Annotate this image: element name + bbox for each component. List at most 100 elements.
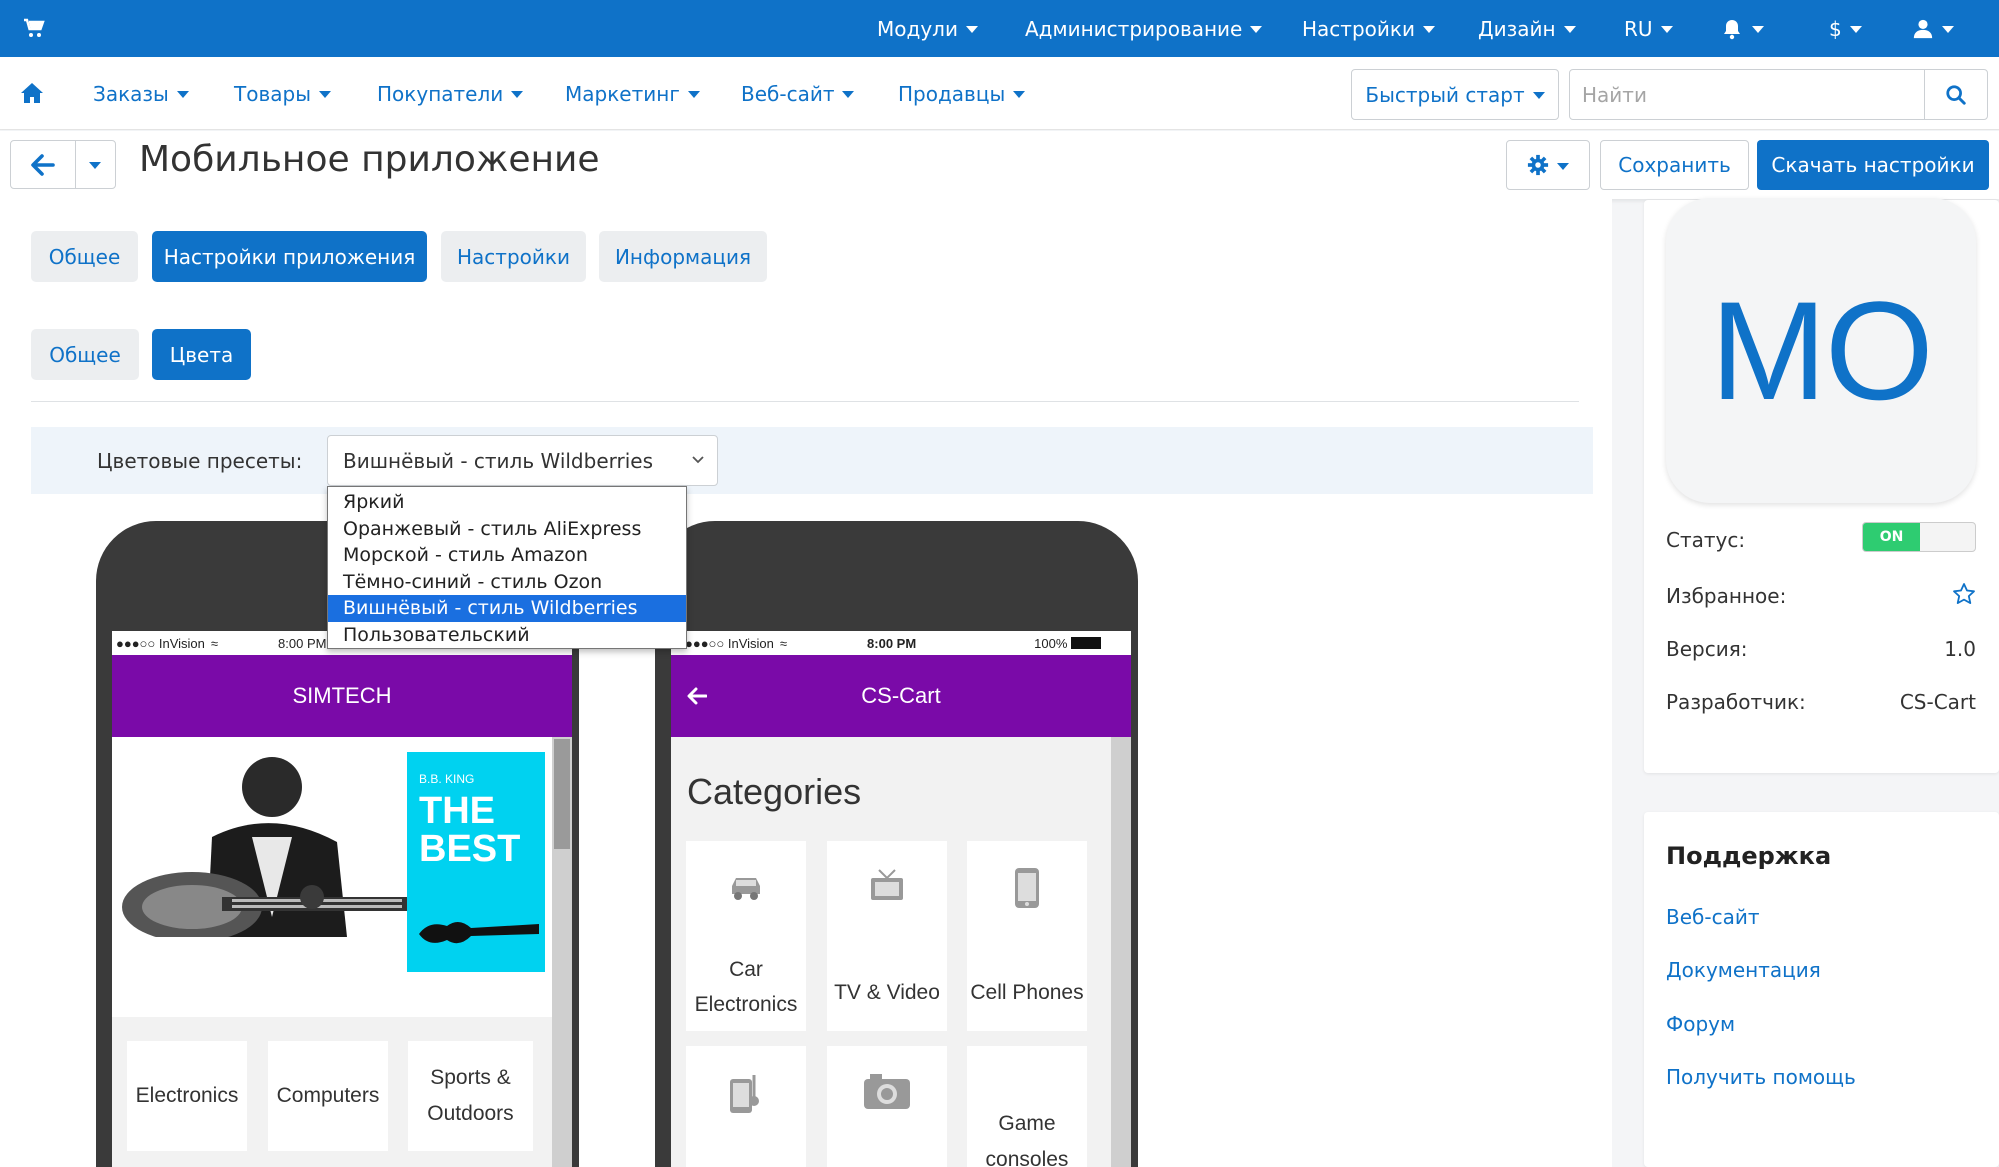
category-label: Outdoors <box>427 1102 514 1125</box>
banner-line1: THE <box>419 790 495 832</box>
nav-marketing[interactable]: Маркетинг <box>565 57 700 130</box>
preset-option-amazon[interactable]: Морской - стиль Amazon <box>328 542 686 569</box>
preset-option-custom[interactable]: Пользовательский <box>328 622 686 649</box>
developer-label: Разработчик: <box>1666 690 1806 714</box>
menu-notifications[interactable] <box>1720 0 1764 57</box>
menu-user[interactable] <box>1912 0 1954 57</box>
nav-website-label: Веб-сайт <box>741 81 835 106</box>
support-link-docs[interactable]: Документация <box>1666 958 1821 982</box>
nav-marketing-label: Маркетинг <box>565 81 680 106</box>
chevron-down-icon <box>1752 26 1764 33</box>
menu-language[interactable]: RU <box>1624 0 1673 57</box>
category-card[interactable]: Cell Phones <box>967 841 1087 1031</box>
battery-text: 100% <box>1034 635 1068 651</box>
nav-orders-label: Заказы <box>93 81 169 106</box>
nav-website[interactable]: Веб-сайт <box>741 57 855 130</box>
guitar-icon <box>419 921 539 944</box>
menu-settings[interactable]: Настройки <box>1302 0 1435 57</box>
menu-administration[interactable]: Администрирование <box>1025 0 1263 57</box>
category-card[interactable]: Car Electronics <box>686 841 806 1031</box>
app-bar-title: SIMTECH <box>292 683 392 708</box>
chevron-down-icon <box>1250 26 1263 33</box>
chevron-down-icon <box>842 91 855 98</box>
subtab-colors[interactable]: Цвета <box>152 329 251 380</box>
chevron-down-icon <box>1942 26 1954 33</box>
wifi-icon: ≈ <box>210 635 219 651</box>
top-bar: Модули Администрирование Настройки Дизай… <box>0 0 1999 57</box>
chevron-down-icon <box>176 91 189 98</box>
nav-customers[interactable]: Покупатели <box>377 57 524 130</box>
developer-value: CS-Cart <box>1899 690 1976 714</box>
phone-status-bar: ●●●○○ InVision ≈ 8:00 PM 100% <box>671 631 1131 655</box>
category-card[interactable]: TV & Video <box>827 841 947 1031</box>
home-icon[interactable] <box>20 82 44 104</box>
category-card[interactable]: Computers <box>268 1041 388 1151</box>
tab-information[interactable]: Информация <box>599 231 767 282</box>
phone-preview-categories: ●●●○○ InVision ≈ 8:00 PM 100% CS-Cart Ca… <box>655 521 1138 1167</box>
tab-settings[interactable]: Настройки <box>441 231 586 282</box>
cart-icon[interactable] <box>22 16 46 40</box>
support-link-website[interactable]: Веб-сайт <box>1666 905 1759 929</box>
preset-option-ozon[interactable]: Тёмно-синий - стиль Ozon <box>328 569 686 596</box>
menu-design[interactable]: Дизайн <box>1478 0 1576 57</box>
chevron-down-icon <box>965 26 978 33</box>
back-button-group <box>10 140 116 189</box>
menu-administration-label: Администрирование <box>1025 16 1243 41</box>
preset-option-bright[interactable]: Яркий <box>328 489 686 516</box>
favorite-row: Избранное: <box>1666 582 1976 608</box>
app-bar-title: CS-Cart <box>861 683 941 708</box>
download-settings-button[interactable]: Скачать настройки <box>1757 140 1989 190</box>
search-input[interactable] <box>1569 69 1925 120</box>
support-link-help[interactable]: Получить помощь <box>1666 1065 1856 1089</box>
nav-orders[interactable]: Заказы <box>93 57 189 130</box>
category-card[interactable]: Electronics <box>127 1041 247 1151</box>
back-dropdown-button[interactable] <box>76 141 115 188</box>
page-title: Мобильное приложение <box>139 139 600 180</box>
banner-line2: BEST <box>419 828 521 870</box>
phone-screen: ●●●○○ InVision ≈ 8:00 PM SIMTECH B.B. KI… <box>112 631 572 1167</box>
status-toggle[interactable]: ON <box>1862 522 1976 552</box>
menu-settings-label: Настройки <box>1302 16 1415 41</box>
scrollbar-thumb[interactable] <box>554 739 570 849</box>
support-link-forum[interactable]: Форум <box>1666 1012 1735 1036</box>
preset-option-wildberries[interactable]: Вишнёвый - стиль Wildberries <box>328 595 686 622</box>
menu-currency[interactable]: $ <box>1829 0 1862 57</box>
preset-option-aliexpress[interactable]: Оранжевый - стиль AliExpress <box>328 516 686 543</box>
tv-icon <box>871 869 903 900</box>
tab-app-settings[interactable]: Настройки приложения <box>152 231 427 282</box>
menu-modules[interactable]: Модули <box>877 0 978 57</box>
arrow-left-icon[interactable] <box>687 687 707 705</box>
save-button[interactable]: Сохранить <box>1600 140 1749 190</box>
quick-start-label: Быстрый старт <box>1365 82 1525 107</box>
category-label: consoles <box>985 1147 1069 1167</box>
settings-dropdown-button[interactable] <box>1506 140 1590 190</box>
scrollbar[interactable] <box>1111 737 1131 1167</box>
chevron-down-icon <box>318 91 331 98</box>
color-presets-select[interactable]: Вишнёвый - стиль Wildberries <box>327 435 718 486</box>
status-time: 8:00 PM <box>867 635 917 651</box>
nav-bar: Заказы Товары Покупатели Маркетинг Веб-с… <box>0 57 1999 130</box>
support-card: Поддержка Веб-сайт Документация Форум По… <box>1644 812 1999 1167</box>
menu-language-label: RU <box>1624 16 1653 41</box>
chevron-down-icon <box>692 456 704 464</box>
chevron-down-icon <box>1563 26 1576 33</box>
quick-start-button[interactable]: Быстрый старт <box>1351 69 1559 120</box>
back-button[interactable] <box>11 141 76 188</box>
categories-heading: Categories <box>687 771 862 812</box>
divider <box>31 401 1579 402</box>
search-icon <box>1946 84 1966 105</box>
subtab-general[interactable]: Общее <box>31 329 139 380</box>
category-card[interactable] <box>686 1046 806 1167</box>
star-icon[interactable] <box>1952 582 1976 606</box>
category-label: Electronics <box>694 993 798 1017</box>
phone-screen: ●●●○○ InVision ≈ 8:00 PM 100% CS-Cart Ca… <box>671 631 1131 1167</box>
category-card[interactable] <box>827 1046 947 1167</box>
nav-vendors[interactable]: Продавцы <box>898 57 1026 130</box>
camera-icon <box>864 1074 910 1109</box>
category-card[interactable]: Sports & Outdoors <box>408 1041 533 1151</box>
nav-products[interactable]: Товары <box>234 57 331 130</box>
tab-general[interactable]: Общее <box>31 231 138 282</box>
category-card[interactable]: Game consoles <box>967 1046 1087 1167</box>
support-title: Поддержка <box>1666 842 1832 870</box>
search-button[interactable] <box>1924 69 1988 120</box>
